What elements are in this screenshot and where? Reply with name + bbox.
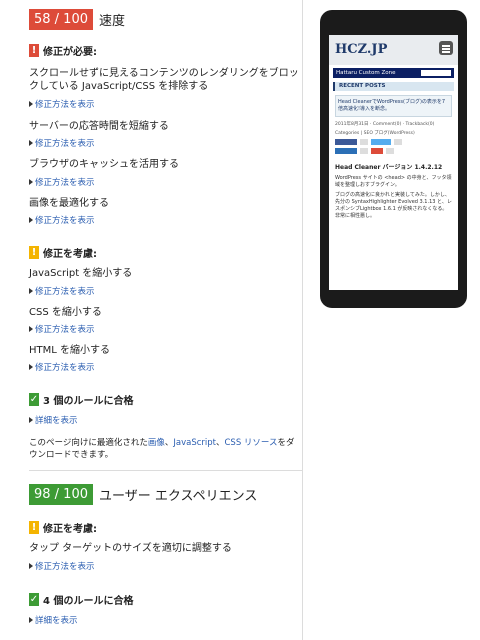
- show-details-label[interactable]: 詳細を表示: [35, 614, 78, 626]
- triangle-right-icon: [29, 217, 33, 223]
- rule-text: CSS を縮小する: [29, 307, 102, 318]
- ux-label: ユーザー エクスペリエンス: [99, 489, 258, 504]
- consider-header: ! 修正を考慮:: [29, 245, 97, 260]
- triangle-right-icon: [29, 101, 33, 107]
- site-title: Hattaru Custom Zone: [336, 70, 396, 76]
- ux-passed-title: 4 個のルールに合格: [43, 596, 134, 607]
- passed-header: ✓ 3 個のルールに合格: [29, 392, 133, 407]
- show-details-link[interactable]: 詳細を表示: [29, 414, 78, 426]
- triangle-right-icon: [29, 617, 33, 623]
- triangle-right-icon: [29, 179, 33, 185]
- show-details-link[interactable]: 詳細を表示: [29, 614, 78, 626]
- post-link: Head CleanerでWordPress(ブログ)の表示を7倍高速化!導入を…: [335, 95, 452, 117]
- exclamation-icon: !: [29, 44, 39, 57]
- recent-posts-heading: RECENT POSTS: [333, 82, 454, 91]
- download-js-link[interactable]: JavaScript: [173, 438, 216, 448]
- ux-consider-header: ! 修正を考慮:: [29, 520, 97, 535]
- rule-text: 画像を最適化する: [29, 198, 109, 209]
- ux-consider-title: 修正を考慮:: [43, 524, 97, 535]
- show-fix-label[interactable]: 修正方法を表示: [35, 176, 95, 188]
- consider-title: 修正を考慮:: [43, 249, 97, 260]
- rule-text: HTML を縮小する: [29, 345, 111, 356]
- show-fix-link[interactable]: 修正方法を表示: [29, 323, 95, 335]
- show-fix-link[interactable]: 修正方法を表示: [29, 285, 95, 297]
- rule-text: ブラウザのキャッシュを活用する: [29, 159, 179, 170]
- share-buttons: [335, 139, 452, 145]
- triangle-right-icon: [29, 140, 33, 146]
- triangle-right-icon: [29, 364, 33, 370]
- site-title-bar: Hattaru Custom Zone: [333, 68, 454, 78]
- download-sep: 、: [215, 438, 225, 448]
- exclamation-icon: !: [29, 521, 39, 534]
- show-fix-link[interactable]: 修正方法を表示: [29, 176, 95, 188]
- show-fix-label[interactable]: 修正方法を表示: [35, 323, 95, 335]
- mobile-screen: HCZ.JP Hattaru Custom Zone RECENT POSTS …: [329, 35, 458, 290]
- search-box: [421, 70, 451, 76]
- ux-passed-header: ✓ 4 個のルールに合格: [29, 592, 133, 607]
- article-paragraph: WordPress サイトの <head> の中身と、フッタ領域を整理しおすブラ…: [335, 175, 452, 188]
- share-button: [335, 139, 357, 145]
- download-text: このページ向けに最適化された画像、JavaScript、CSS リソースをダウン…: [29, 437, 299, 461]
- bookmark-button: [335, 148, 357, 154]
- column-divider: [302, 0, 303, 640]
- show-fix-link[interactable]: 修正方法を表示: [29, 560, 95, 572]
- show-fix-label[interactable]: 修正方法を表示: [35, 214, 95, 226]
- article-title: Head Cleaner バージョン 1.4.2.12: [335, 164, 443, 171]
- download-css-link[interactable]: CSS リソース: [225, 438, 278, 448]
- triangle-right-icon: [29, 563, 33, 569]
- share-count: [360, 139, 368, 145]
- share-count: [360, 148, 368, 154]
- show-details-label[interactable]: 詳細を表示: [35, 414, 78, 426]
- results-panel: 58 / 100 速度 ! 修正が必要: スクロールせずに見えるコンテンツのレン…: [0, 0, 302, 640]
- checkmark-icon: ✓: [29, 593, 39, 606]
- ux-score-badge: 98 / 100: [29, 484, 93, 505]
- rule-text: タップ ターゲットのサイズを適切に調整する: [29, 543, 232, 554]
- download-images-link[interactable]: 画像: [148, 438, 165, 448]
- rule-text: JavaScript を縮小する: [29, 268, 133, 279]
- show-fix-link[interactable]: 修正方法を表示: [29, 98, 95, 110]
- show-fix-link[interactable]: 修正方法を表示: [29, 361, 95, 373]
- download-prefix: このページ向けに最適化された: [29, 438, 148, 448]
- checkmark-icon: ✓: [29, 393, 39, 406]
- show-fix-label[interactable]: 修正方法を表示: [35, 560, 95, 572]
- rule-text: スクロールせずに見えるコンテンツのレンダリングをブロックしている JavaScr…: [29, 68, 299, 92]
- post-meta: 2011年8月31日 · Comment(0) · Trackback(0): [335, 122, 435, 127]
- post-categories: Categories | SEO ブログ(WordPress): [335, 131, 415, 136]
- exclamation-icon: !: [29, 246, 39, 259]
- rule-text: サーバーの応答時間を短縮する: [29, 121, 169, 132]
- speed-score-badge: 58 / 100: [29, 9, 93, 30]
- triangle-right-icon: [29, 326, 33, 332]
- show-fix-label[interactable]: 修正方法を表示: [35, 361, 95, 373]
- show-fix-label[interactable]: 修正方法を表示: [35, 285, 95, 297]
- site-logo: HCZ.JP: [335, 42, 388, 57]
- mobile-preview: HCZ.JP Hattaru Custom Zone RECENT POSTS …: [320, 10, 467, 308]
- share-buttons: [335, 148, 452, 154]
- share-count: [386, 148, 394, 154]
- ux-score-row: 98 / 100 ユーザー エクスペリエンス: [29, 484, 257, 505]
- share-count: [394, 139, 402, 145]
- site-header: HCZ.JP: [329, 35, 458, 65]
- gplus-button: [371, 148, 383, 154]
- triangle-right-icon: [29, 417, 33, 423]
- show-fix-label[interactable]: 修正方法を表示: [35, 98, 95, 110]
- triangle-right-icon: [29, 288, 33, 294]
- article-paragraph: ブログの高速化に良かれと実装してみた。しかし、先分の SyntaxHighlig…: [335, 192, 452, 219]
- speed-label: 速度: [99, 14, 126, 29]
- menu-icon: [439, 41, 453, 55]
- must-fix-header: ! 修正が必要:: [29, 43, 97, 58]
- tweet-button: [371, 139, 391, 145]
- passed-title: 3 個のルールに合格: [43, 396, 134, 407]
- speed-score-row: 58 / 100 速度: [29, 9, 125, 30]
- show-fix-link[interactable]: 修正方法を表示: [29, 214, 95, 226]
- section-divider: [29, 470, 302, 471]
- show-fix-label[interactable]: 修正方法を表示: [35, 137, 95, 149]
- must-fix-title: 修正が必要:: [43, 47, 97, 58]
- show-fix-link[interactable]: 修正方法を表示: [29, 137, 95, 149]
